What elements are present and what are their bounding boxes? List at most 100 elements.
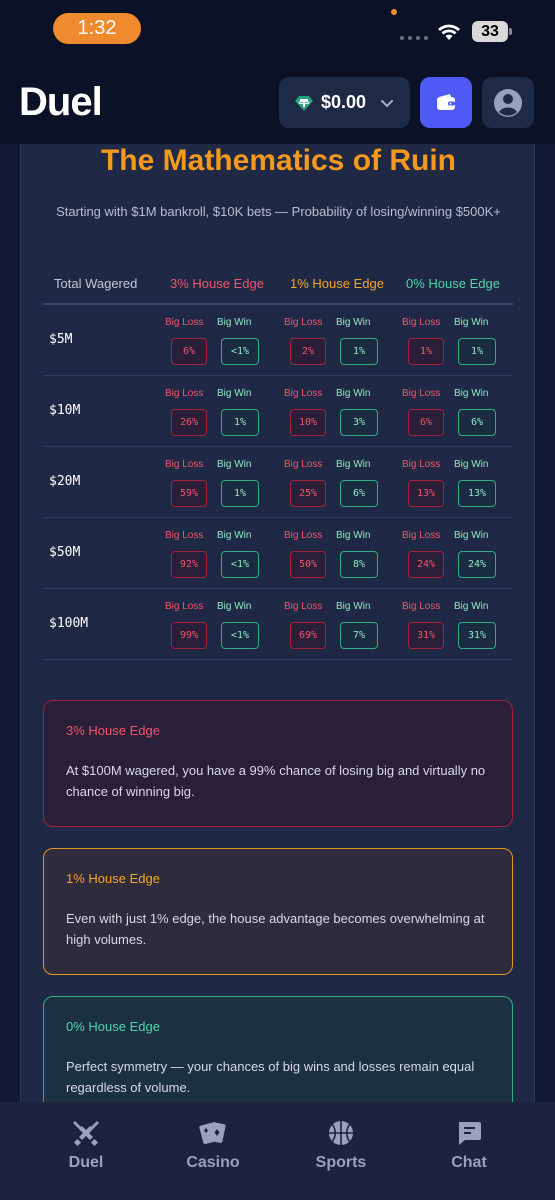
big-loss-value: 59%	[171, 480, 207, 507]
note-title: 3% House Edge	[66, 723, 160, 738]
nav-sports[interactable]: Sports	[291, 1118, 391, 1172]
big-loss-value: 25%	[290, 480, 326, 507]
big-win-label: Big Win	[217, 459, 252, 470]
table-row: $5M Big Loss Big Win 6% <1% Big Loss Big Win 2%…	[43, 305, 513, 376]
total-wagered-cell: $50M	[49, 545, 81, 560]
note-body: Even with just 1% edge, the house advant…	[66, 911, 485, 947]
nav-label: Casino	[186, 1154, 240, 1171]
page-title: The Mathematics of Ruin	[100, 144, 457, 177]
big-loss-label: Big Loss	[165, 601, 204, 612]
big-loss-label: Big Loss	[402, 601, 441, 612]
crossed-swords-icon	[73, 1121, 99, 1147]
big-win-label: Big Win	[336, 601, 371, 612]
big-win-label: Big Win	[217, 317, 252, 328]
note-title: 1% House Edge	[66, 871, 160, 886]
big-win-label: Big Win	[336, 459, 371, 470]
table-row: $100M Big Loss Big Win 99% <1% Big Loss Big Wi…	[43, 589, 513, 660]
nav-casino[interactable]: Casino	[163, 1118, 263, 1172]
wallet-icon	[437, 93, 455, 110]
big-win-value: 1%	[221, 409, 259, 436]
status-time: 1:32	[53, 13, 141, 44]
page-subtitle: Starting with $1M bankroll, $10K bets — …	[56, 204, 501, 219]
big-win-label: Big Win	[454, 530, 489, 541]
note-title: 0% House Edge	[66, 1019, 160, 1034]
header-3pct-edge: 3% House Edge	[170, 276, 264, 291]
chevron-down-icon	[381, 99, 394, 107]
big-win-value: 6%	[458, 409, 496, 436]
big-loss-label: Big Loss	[402, 317, 441, 328]
big-loss-label: Big Loss	[284, 388, 323, 399]
big-loss-label: Big Loss	[284, 601, 323, 612]
status-bar: 1:32 33	[0, 0, 555, 62]
big-win-label: Big Win	[454, 601, 489, 612]
big-win-label: Big Win	[454, 317, 489, 328]
nav-label: Sports	[315, 1154, 367, 1171]
big-loss-value: 26%	[171, 409, 207, 436]
big-loss-label: Big Loss	[402, 530, 441, 541]
total-wagered-cell: $5M	[49, 332, 73, 347]
chat-icon	[459, 1122, 481, 1145]
note-3pct-edge: 3% House Edge At $100M wagered, you have…	[43, 700, 513, 827]
tether-icon	[295, 95, 313, 111]
big-loss-value: 69%	[290, 622, 326, 649]
ruin-math-card: The Mathematics of Ruin Starting with $1…	[20, 144, 535, 1156]
wifi-icon	[438, 24, 460, 40]
big-win-value: 8%	[340, 551, 378, 578]
big-win-label: Big Win	[454, 459, 489, 470]
table-row: $50M Big Loss Big Win 92% <1% Big Loss Big Win…	[43, 518, 513, 589]
big-loss-value: 50%	[290, 551, 326, 578]
big-loss-label: Big Loss	[165, 388, 204, 399]
big-loss-value: 1%	[408, 338, 444, 365]
big-win-value: <1%	[221, 338, 259, 365]
big-loss-value: 24%	[408, 551, 444, 578]
note-body: Perfect symmetry — your chances of big w…	[66, 1059, 475, 1095]
duel-logo[interactable]: Duel	[19, 80, 103, 125]
table-header: Total Wagered 3% House Edge 1% House Edg…	[43, 262, 513, 305]
nav-chat[interactable]: Chat	[419, 1118, 519, 1172]
big-win-value: 7%	[340, 622, 378, 649]
wallet-button[interactable]	[420, 77, 472, 128]
big-loss-value: 99%	[171, 622, 207, 649]
big-win-label: Big Win	[336, 530, 371, 541]
battery-tip	[509, 28, 512, 35]
table-row: $10M Big Loss Big Win 26% 1% Big Loss Big Win 1…	[43, 376, 513, 447]
total-wagered-cell: $100M	[49, 616, 89, 631]
big-loss-value: 13%	[408, 480, 444, 507]
big-win-value: 1%	[340, 338, 378, 365]
big-win-value: 3%	[340, 409, 378, 436]
big-loss-label: Big Loss	[284, 530, 323, 541]
profile-button[interactable]	[482, 77, 534, 128]
nav-duel[interactable]: Duel	[36, 1118, 136, 1172]
big-win-value: 1%	[458, 338, 496, 365]
user-avatar-icon	[494, 88, 522, 117]
big-win-label: Big Win	[454, 388, 489, 399]
recording-indicator	[391, 9, 397, 15]
note-1pct-edge: 1% House Edge Even with just 1% edge, th…	[43, 848, 513, 975]
battery-indicator: 33	[472, 21, 508, 42]
big-win-value: 1%	[221, 480, 259, 507]
table-row: $20M Big Loss Big Win 59% 1% Big Loss Big Win 2…	[43, 447, 513, 518]
big-loss-value: 6%	[408, 409, 444, 436]
total-wagered-cell: $10M	[49, 403, 81, 418]
big-loss-label: Big Loss	[165, 530, 204, 541]
note-body: At $100M wagered, you have a 99% chance …	[66, 763, 486, 799]
cellular-signal-icon	[400, 36, 428, 40]
big-loss-value: 2%	[290, 338, 326, 365]
big-loss-value: 6%	[171, 338, 207, 365]
big-loss-label: Big Loss	[402, 388, 441, 399]
big-win-value: 24%	[458, 551, 496, 578]
big-win-value: 31%	[458, 622, 496, 649]
big-win-value: <1%	[221, 622, 259, 649]
nav-label: Duel	[68, 1154, 104, 1171]
big-win-value: 6%	[340, 480, 378, 507]
big-win-label: Big Win	[336, 388, 371, 399]
balance-button[interactable]: $0.00	[279, 77, 410, 128]
header-total-wagered: Total Wagered	[54, 276, 138, 291]
header-1pct-edge: 1% House Edge	[290, 276, 384, 291]
big-win-value: <1%	[221, 551, 259, 578]
cards-icon	[199, 1122, 226, 1145]
big-loss-value: 10%	[290, 409, 326, 436]
total-wagered-cell: $20M	[49, 474, 81, 489]
bottom-nav: Duel Casino Sports Chat	[0, 1102, 555, 1200]
ruin-probability-table: Total Wagered 3% House Edge 1% House Edg…	[43, 262, 513, 660]
